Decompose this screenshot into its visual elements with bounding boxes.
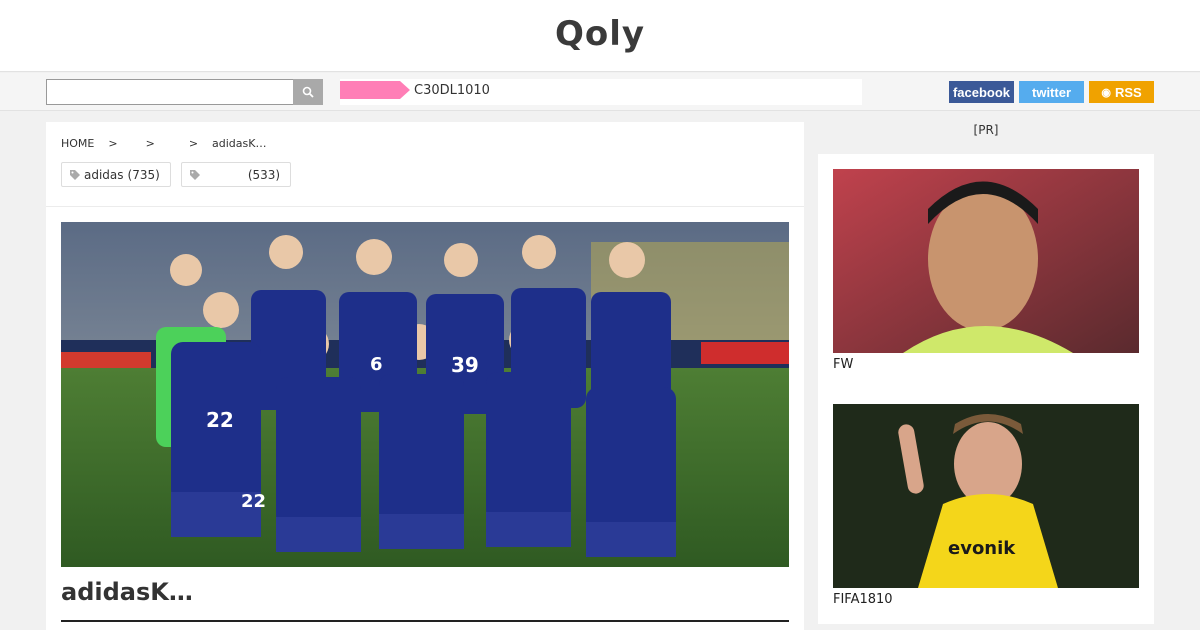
- svg-text:6: 6: [370, 354, 383, 375]
- svg-text:39: 39: [451, 353, 479, 377]
- svg-text:22: 22: [241, 491, 266, 512]
- svg-text:22: 22: [206, 408, 234, 432]
- sidebar-card-image[interactable]: [833, 169, 1139, 353]
- breadcrumb-subcategory[interactable]: [169, 137, 189, 150]
- rss-icon: ◉: [1101, 86, 1111, 99]
- breadcrumb-separator: >: [188, 137, 199, 150]
- breadcrumb-separator: >: [108, 137, 118, 150]
- pr-label: [PR]: [973, 123, 999, 137]
- article-hero-image[interactable]: 22 6 39 22: [61, 222, 789, 567]
- tag-label: adidas: [84, 167, 124, 182]
- tag-count: (735): [127, 167, 160, 182]
- svg-text:evonik: evonik: [948, 538, 1016, 559]
- breadcrumb-home[interactable]: HOME: [61, 137, 94, 150]
- breadcrumb-current: adidasK…: [212, 137, 267, 150]
- article-title: adidasK…: [61, 578, 193, 606]
- sidebar-card-caption: FIFA1810: [833, 592, 893, 607]
- title-divider: [61, 620, 789, 622]
- site-logo[interactable]: Qoly: [0, 14, 1200, 54]
- sidebar-panel: FW evonik FIFA1810: [818, 154, 1154, 624]
- breadcrumb-separator: >: [145, 137, 155, 150]
- rss-button[interactable]: ◉ RSS: [1089, 81, 1154, 103]
- tag-adidas[interactable]: adidas (735): [61, 162, 171, 187]
- search-button[interactable]: [293, 79, 323, 105]
- sidebar-card[interactable]: FW: [833, 169, 1139, 372]
- search-input[interactable]: [46, 79, 294, 105]
- top-navbar: C30DL1010 facebook twitter ◉ RSS: [0, 73, 1200, 111]
- breadcrumb: HOME > > > adidasK…: [61, 137, 266, 150]
- search-icon: [302, 86, 314, 98]
- sidebar-card-caption: FW: [833, 357, 854, 372]
- ticker-badge: [340, 81, 410, 99]
- site-header: Qoly: [0, 0, 1200, 72]
- tag-second[interactable]: (533): [180, 162, 292, 187]
- article-panel: HOME > > > adidasK… adidas (735) (533) 2…: [46, 122, 804, 630]
- rss-label: RSS: [1114, 84, 1142, 100]
- twitter-button[interactable]: twitter: [1019, 81, 1084, 103]
- news-ticker[interactable]: C30DL1010: [340, 79, 862, 105]
- ticker-text[interactable]: C30DL1010: [414, 83, 490, 98]
- tag-list: adidas (735) (533): [61, 162, 292, 187]
- panel-divider: [46, 206, 804, 207]
- tag-icon: [70, 169, 80, 180]
- sidebar-card-image[interactable]: evonik: [833, 404, 1139, 588]
- facebook-button[interactable]: facebook: [949, 81, 1014, 103]
- sidebar-card[interactable]: evonik FIFA1810: [833, 404, 1139, 607]
- tag-icon: [189, 169, 200, 180]
- tag-count: (533): [247, 167, 281, 182]
